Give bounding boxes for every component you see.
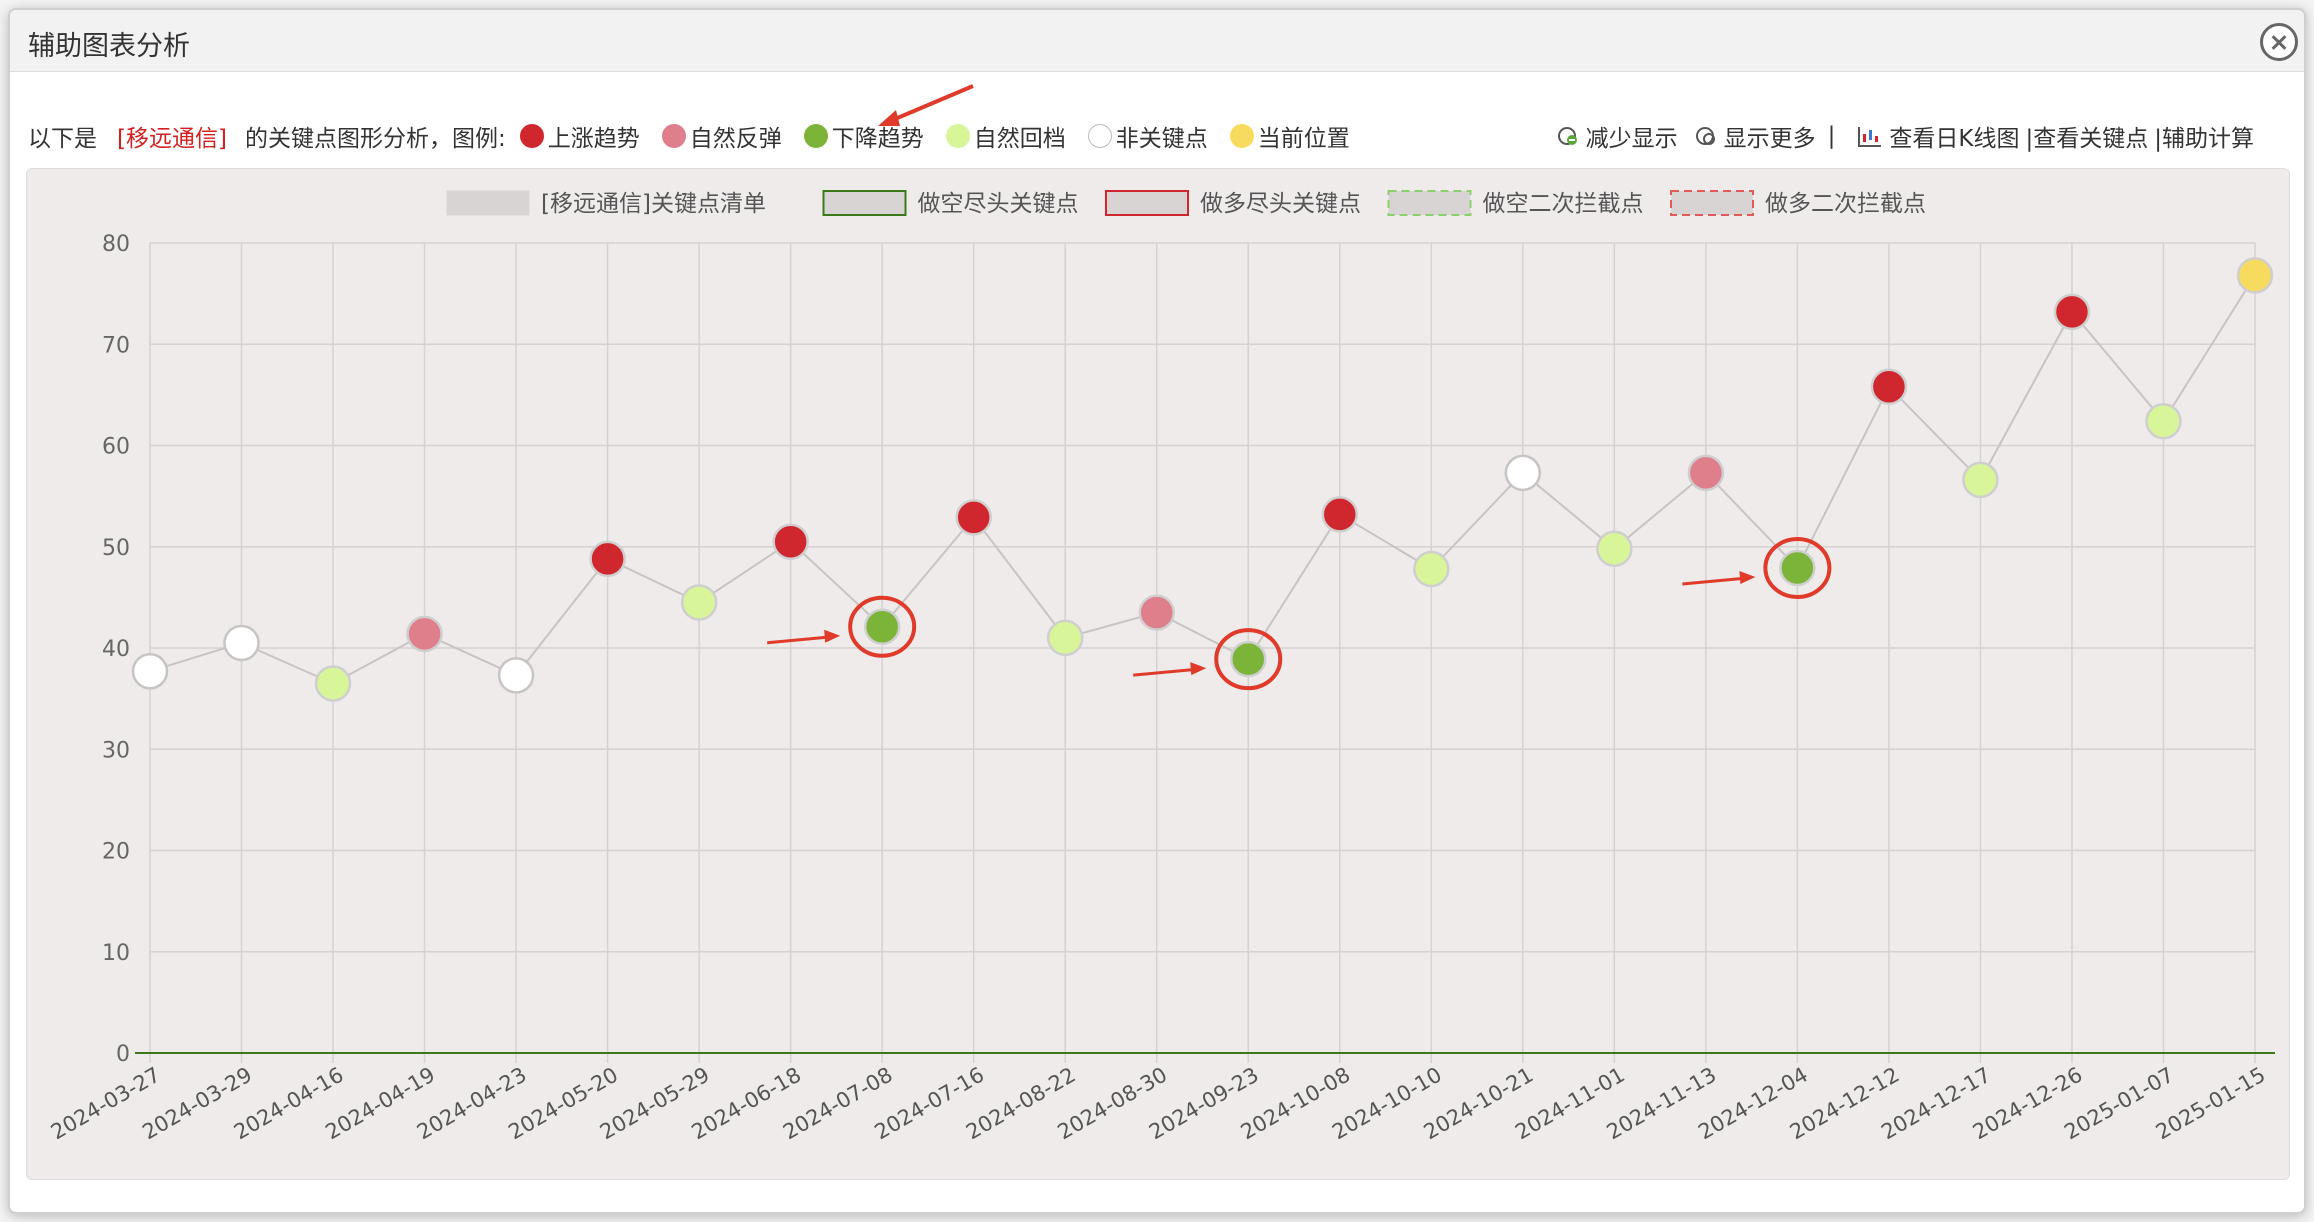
annotation-arrow-line xyxy=(1133,667,1199,677)
chart-area: 0 10 20 30 40 50 60 70 80 2024-03-27 2024-03-29 202… xyxy=(26,168,2290,1180)
data-point xyxy=(2145,402,2182,440)
white-dot-icon xyxy=(1087,123,1112,148)
y-tick-label: 30 xyxy=(102,738,130,763)
legend-item-0: 上涨趋势 xyxy=(519,119,640,153)
view-keypoints-button[interactable]: |查看关键点 xyxy=(2026,119,2149,153)
data-point xyxy=(1870,368,1908,406)
info-suffix: 的关键点图形分析，图例: xyxy=(244,126,506,152)
show-less-icon xyxy=(1557,127,1577,145)
show-more-icon xyxy=(1695,127,1715,145)
data-point xyxy=(406,615,443,653)
legend-bar: 以下是 [移远通信] 的关键点图形分析，图例: 上涨趋势 自然反弹 下降趋势 自然回档… xyxy=(28,118,1372,154)
data-point xyxy=(955,499,992,536)
legend-label: 自然反弹 xyxy=(689,125,782,152)
chart-legend-swatch xyxy=(1105,190,1189,216)
y-tick-label: 10 xyxy=(102,941,130,966)
chart-dialog: 辅助图表分析 以下是 [移远通信] 的关键点图形分析，图例: 上涨趋势 自然反弹下… xyxy=(8,8,2306,1214)
chart-legend-label: 做多二次拦截点 xyxy=(1765,191,1926,217)
chart-legend-label: 做空二次拦截点 xyxy=(1483,191,1644,217)
data-point xyxy=(1962,461,1999,499)
y-tick-label: 40 xyxy=(102,637,130,662)
data-point xyxy=(680,584,718,621)
view-kline-button[interactable]: 查看日K线图 xyxy=(1857,119,2020,153)
data-point xyxy=(1596,530,1633,568)
annotation-arrow-head xyxy=(1190,662,1207,676)
red-dot-icon xyxy=(519,123,544,148)
chart-legend-swatch xyxy=(1387,190,1472,216)
y-tick-label: 70 xyxy=(102,333,130,358)
data-point xyxy=(1504,454,1542,492)
toolbar-separator: | xyxy=(1827,123,1836,149)
legend-item-1: 自然反弹 xyxy=(661,119,782,153)
data-point xyxy=(863,608,901,645)
toolbar: 减少显示 显示更多 | 查看日K线图 |查看关键点 |辅助计算 xyxy=(1548,118,2254,154)
close-button[interactable] xyxy=(2260,23,2298,61)
legend-item-5: 当前位置 xyxy=(1229,119,1350,153)
y-tick-label: 80 xyxy=(102,232,130,257)
dialog-titlebar: 辅助图表分析 xyxy=(10,10,2304,72)
data-point xyxy=(497,657,535,694)
view-kline-label: 查看日K线图 xyxy=(1889,126,2020,152)
yellow-dot-icon xyxy=(1229,123,1254,148)
annotation-arrow-icon xyxy=(878,84,974,126)
annotation-arrow-line xyxy=(767,635,833,645)
assist-calc-button[interactable]: |辅助计算 xyxy=(2154,119,2254,153)
data-point xyxy=(1321,496,1359,533)
annotation-arrow-head xyxy=(1739,571,1756,585)
chart-legend-label: [移远通信]关键点清单 xyxy=(541,191,766,217)
data-point xyxy=(1230,640,1267,678)
legend-label: 非关键点 xyxy=(1115,125,1208,152)
show-more-button[interactable]: 显示更多 xyxy=(1694,119,1816,153)
chart-legend-swatch xyxy=(822,190,907,216)
annotation-arrow-head xyxy=(824,629,841,643)
legend-item-4: 非关键点 xyxy=(1087,119,1208,153)
data-point xyxy=(589,540,626,578)
data-point xyxy=(2236,257,2274,294)
y-tick-label: 0 xyxy=(116,1042,130,1067)
kline-chart-icon xyxy=(1858,127,1882,147)
legend-label: 上涨趋势 xyxy=(547,125,640,152)
data-point xyxy=(1046,619,1084,657)
data-point xyxy=(1413,550,1450,588)
data-point xyxy=(772,523,809,560)
view-keypoints-label: |查看关键点 xyxy=(2025,126,2149,152)
legend-label: 当前位置 xyxy=(1257,125,1350,152)
pink-dot-icon xyxy=(661,123,686,148)
data-point xyxy=(1779,549,1816,587)
data-point xyxy=(314,665,352,702)
data-point xyxy=(2053,293,2091,331)
info-prefix: 以下是 xyxy=(28,126,97,152)
legend-label: 自然回档 xyxy=(973,125,1066,152)
y-tick-label: 20 xyxy=(102,840,130,865)
y-tick-label: 60 xyxy=(102,435,130,460)
y-tick-label: 50 xyxy=(102,536,130,561)
stock-name: [移远通信] xyxy=(117,126,227,152)
chart-legend-label: 做多尽头关键点 xyxy=(1200,191,1361,217)
green-dot-icon xyxy=(803,123,828,148)
data-point xyxy=(1687,454,1725,492)
annotation-arrow-line xyxy=(1682,576,1748,586)
chart-legend-swatch xyxy=(446,190,530,216)
assist-calc-label: |辅助计算 xyxy=(2154,126,2254,152)
data-point xyxy=(223,624,260,662)
chart-legend-label: 做空尽头关键点 xyxy=(918,191,1079,217)
show-less-label: 减少显示 xyxy=(1585,126,1678,152)
series-line xyxy=(149,274,2256,685)
show-more-label: 显示更多 xyxy=(1723,126,1816,152)
dialog-title: 辅助图表分析 xyxy=(28,31,190,62)
data-point xyxy=(131,653,169,690)
show-less-button[interactable]: 减少显示 xyxy=(1556,119,1678,153)
data-point xyxy=(1138,594,1175,631)
chart-legend-swatch xyxy=(1670,190,1754,216)
line-chart: 010203040506070802024-03-272024-03-29202… xyxy=(47,190,2275,1144)
